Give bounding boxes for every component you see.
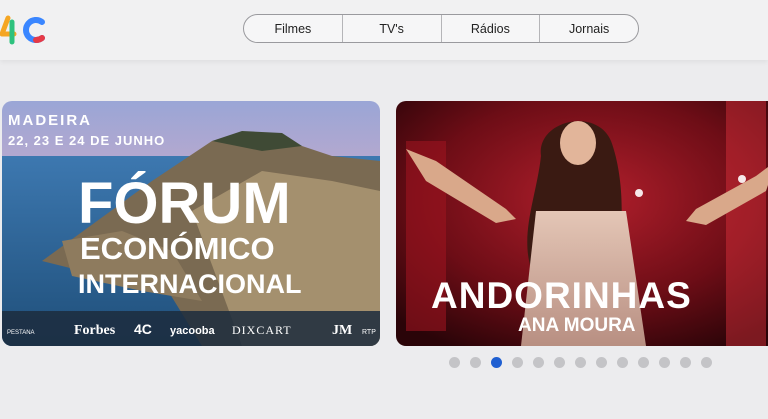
sponsor-jm: JM [332, 323, 352, 338]
slide-title-line3: INTERNACIONAL [78, 269, 302, 299]
carousel-dot[interactable] [701, 357, 712, 368]
carousel-slide-andorinhas[interactable]: ANDORINHAS ANA MOURA [396, 101, 768, 346]
nav-filmes[interactable]: Filmes [244, 15, 343, 42]
slide-title: ANDORINHAS [431, 275, 692, 316]
carousel-dot[interactable] [554, 357, 565, 368]
slide-dates: 22, 23 E 24 DE JUNHO [8, 133, 165, 148]
carousel-dot[interactable] [491, 357, 502, 368]
nav-radios[interactable]: Rádios [442, 15, 541, 42]
brand-logo[interactable] [0, 12, 50, 48]
nav-jornais[interactable]: Jornais [540, 15, 638, 42]
sponsor-forbes: Forbes [74, 323, 116, 338]
nav-tvs[interactable]: TV's [343, 15, 442, 42]
site-header: Filmes TV's Rádios Jornais [0, 0, 768, 60]
sponsor-yacooba: yacooba [170, 325, 216, 337]
carousel-dot[interactable] [680, 357, 691, 368]
sponsor-4c: 4C [134, 321, 152, 337]
carousel-slide-forum[interactable]: MADEIRA 22, 23 E 24 DE JUNHO FÓRUM ECONÓ… [2, 101, 380, 346]
slide-title-line1: FÓRUM [78, 171, 291, 236]
carousel-dot[interactable] [617, 357, 628, 368]
carousel-dot[interactable] [659, 357, 670, 368]
carousel-dot[interactable] [596, 357, 607, 368]
carousel-dot[interactable] [533, 357, 544, 368]
carousel-dot[interactable] [512, 357, 523, 368]
sponsor-dixcart: DIXCART [232, 323, 292, 337]
sponsor-pestana: PESTANA [7, 330, 35, 336]
carousel-dot[interactable] [470, 357, 481, 368]
carousel-dot[interactable] [449, 357, 460, 368]
slide-artist: ANA MOURA [518, 315, 636, 336]
slide-location: MADEIRA [8, 112, 92, 129]
main-nav: Filmes TV's Rádios Jornais [243, 14, 639, 43]
slide-title-line2: ECONÓMICO [80, 230, 275, 266]
carousel-dot[interactable] [575, 357, 586, 368]
carousel-dot[interactable] [638, 357, 649, 368]
sponsor-rtp: RTP [362, 329, 376, 336]
carousel-pagination [449, 357, 712, 368]
